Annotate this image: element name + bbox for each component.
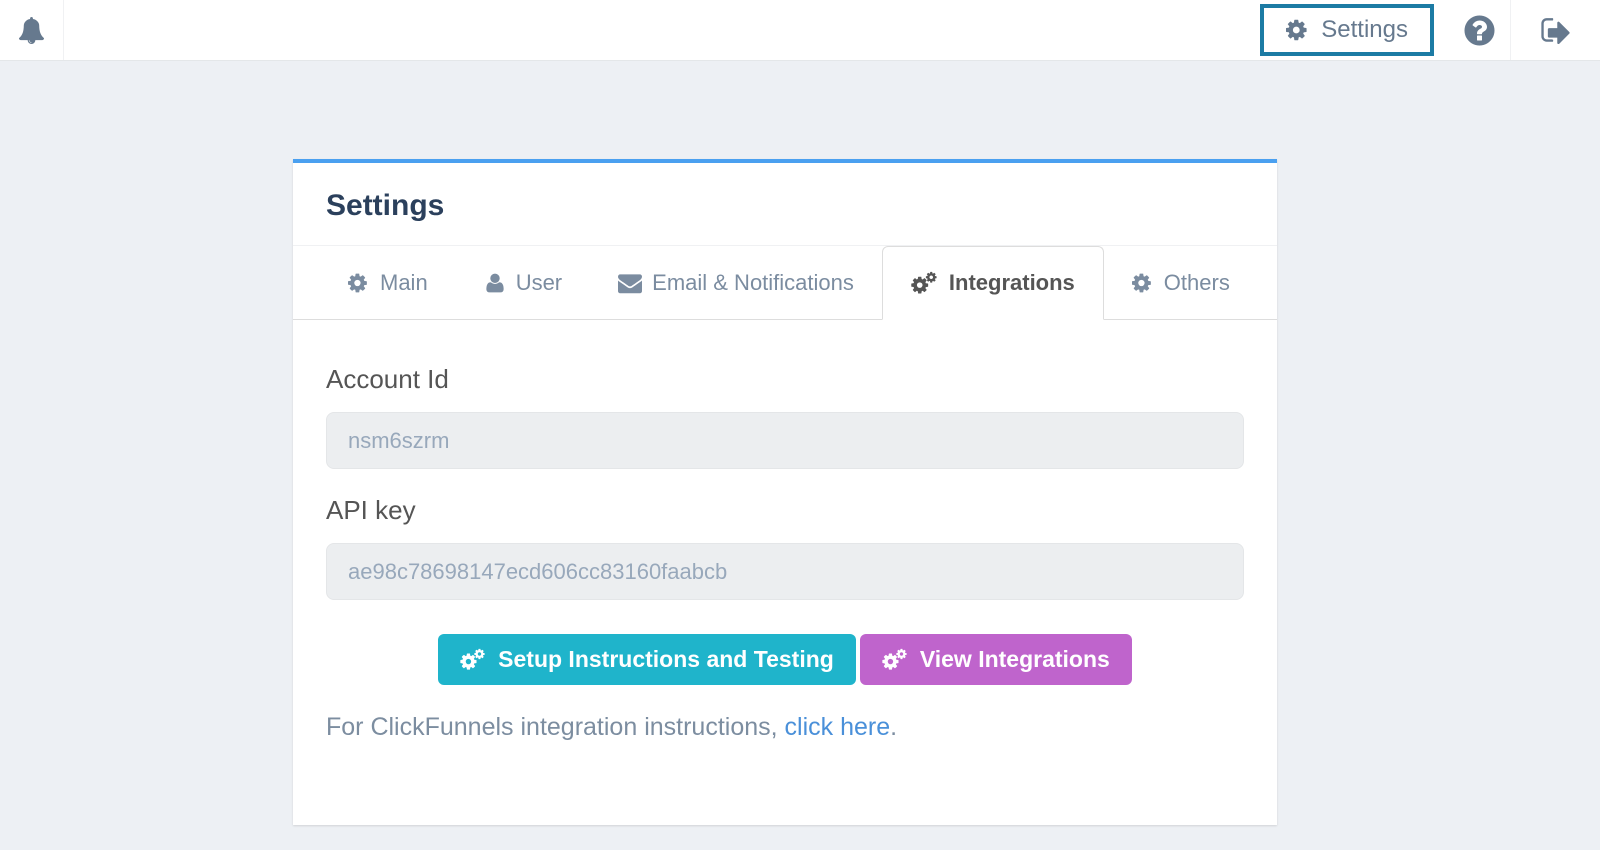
settings-card: Settings Main User Email & Notifications… [293,159,1277,825]
setup-instructions-button[interactable]: Setup Instructions and Testing [438,634,856,685]
account-id-label: Account Id [326,364,449,394]
gear-icon [1132,272,1154,294]
main-content: Settings Main User Email & Notifications… [0,61,1600,825]
tab-user[interactable]: User [456,246,590,320]
user-icon [484,272,506,294]
page-title: Settings [326,189,445,222]
top-navbar: Settings [0,0,1600,61]
tab-integrations[interactable]: Integrations [881,246,1104,320]
clickfunnels-note: For ClickFunnels integration instruction… [326,713,1244,742]
help-button[interactable] [1448,0,1510,60]
gear-icon [348,272,370,294]
gears-icon [460,648,487,671]
clickfunnels-note-text: For ClickFunnels integration instruction… [326,713,785,741]
setup-instructions-label: Setup Instructions and Testing [498,646,834,672]
card-header: Settings [293,163,1277,246]
tab-email-notifications[interactable]: Email & Notifications [590,246,882,320]
sign-out-icon [1539,14,1572,47]
settings-nav-button[interactable]: Settings [1260,4,1434,56]
tab-main-label: Main [380,270,428,295]
view-integrations-button[interactable]: View Integrations [859,634,1132,685]
tab-others[interactable]: Others [1104,246,1258,320]
integrations-panel: Account Id API key Setup Instructions an… [293,320,1277,825]
logout-button[interactable] [1510,0,1600,60]
click-here-link[interactable]: click here [785,713,891,741]
tab-main[interactable]: Main [320,246,456,320]
settings-nav-label: Settings [1321,16,1408,43]
navbar-spacer [64,0,1260,60]
action-buttons-row: Setup Instructions and Testing View Inte… [326,634,1244,685]
account-id-field[interactable] [326,412,1244,469]
tab-email-notifications-label: Email & Notifications [652,270,854,295]
question-circle-icon [1462,13,1497,48]
view-integrations-label: View Integrations [919,646,1110,672]
tab-others-label: Others [1163,270,1230,295]
envelope-icon [618,271,642,295]
notifications-button[interactable] [0,0,64,60]
gears-icon [882,648,909,671]
tab-integrations-label: Integrations [948,270,1075,295]
settings-tabs: Main User Email & Notifications Integrat… [293,246,1277,320]
clickfunnels-note-period: . [890,713,898,741]
gears-icon [911,271,939,295]
api-key-field[interactable] [326,543,1244,600]
api-key-label: API key [326,495,416,525]
bell-icon [18,17,45,44]
gear-icon [1286,18,1310,42]
tab-user-label: User [515,270,563,295]
